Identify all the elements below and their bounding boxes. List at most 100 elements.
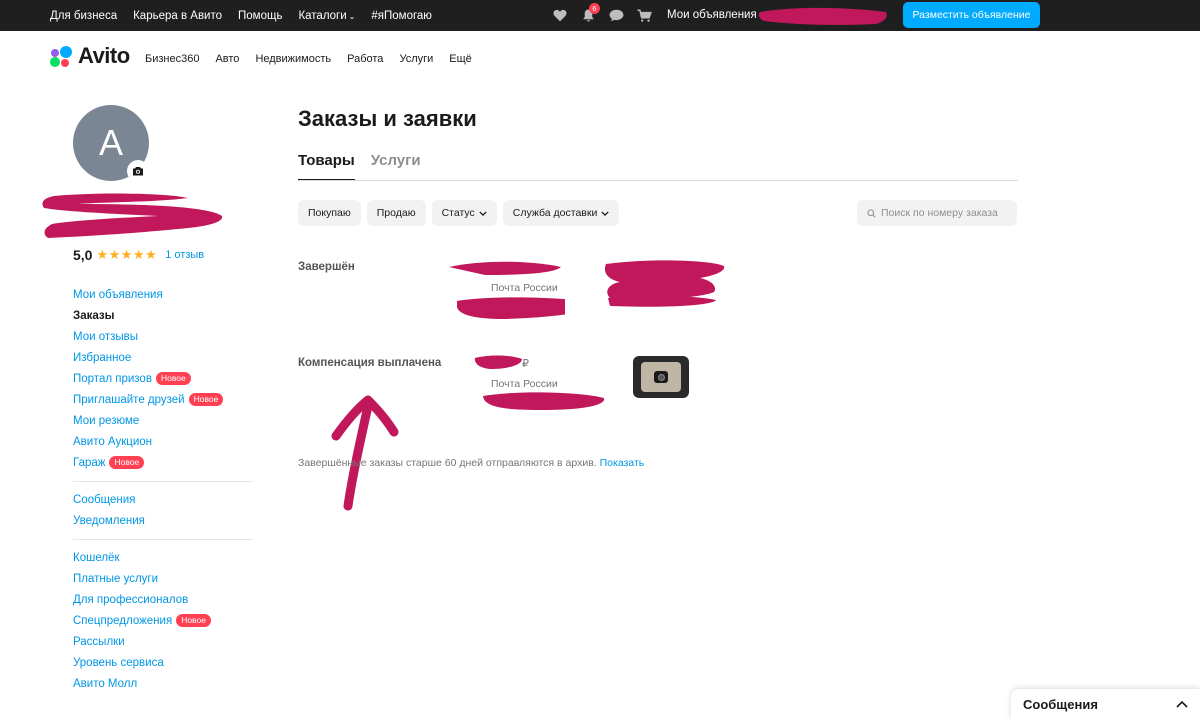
category-more[interactable]: Ещё bbox=[449, 53, 472, 65]
sidebar-item-label: Приглашайте друзей bbox=[73, 393, 185, 406]
messages-widget-label: Сообщения bbox=[1023, 697, 1098, 712]
sidebar-item-label: Платные услуги bbox=[73, 572, 159, 585]
tab-goods[interactable]: Товары bbox=[298, 150, 355, 181]
new-badge: Новое bbox=[188, 393, 224, 406]
sidebar-item-invite-friends[interactable]: Приглашайте друзей Новое bbox=[73, 389, 253, 410]
order-search-input[interactable] bbox=[881, 207, 1011, 219]
rating-stars-icon: ★★★★★ bbox=[96, 247, 158, 262]
top-link-ya-pomogayu[interactable]: #яПомогаю bbox=[371, 10, 432, 22]
filter-buying[interactable]: Покупаю bbox=[298, 200, 361, 226]
category-auto[interactable]: Авто bbox=[215, 53, 239, 65]
favorites-icon[interactable] bbox=[552, 8, 568, 24]
cart-icon[interactable] bbox=[636, 8, 652, 24]
sidebar-item-wallet[interactable]: Кошелёк bbox=[73, 547, 253, 568]
filter-label: Статус bbox=[441, 207, 475, 219]
new-badge: Новое bbox=[155, 372, 191, 385]
new-badge: Новое bbox=[176, 614, 211, 627]
order-price-currency: ₽ bbox=[522, 358, 529, 370]
archive-note: Завершённые заказы старше 60 дней отправ… bbox=[298, 457, 644, 469]
filter-selling[interactable]: Продаю bbox=[366, 200, 426, 226]
redacted-profile-name bbox=[42, 193, 223, 238]
order-search bbox=[857, 200, 1017, 226]
sidebar-item-prize-portal[interactable]: Портал призов Новое bbox=[73, 368, 253, 389]
redacted-username bbox=[758, 7, 887, 25]
orders-tabs: Товары Услуги bbox=[298, 150, 421, 181]
filter-label: Служба доставки bbox=[512, 207, 598, 219]
sidebar-item-label: Сообщения bbox=[73, 493, 136, 506]
sidebar-item-label: Мои отзывы bbox=[73, 330, 139, 343]
my-ads-link[interactable]: Мои объявления bbox=[667, 0, 757, 31]
sidebar-item-my-ads[interactable]: Мои объявления bbox=[73, 284, 253, 305]
order-delivery-service: Почта России bbox=[491, 378, 558, 390]
category-biznes360[interactable]: Бизнес360 bbox=[145, 53, 199, 65]
profile-rating: 5,0 ★★★★★ 1 отзыв bbox=[73, 247, 204, 263]
rating-score: 5,0 bbox=[73, 247, 93, 263]
chevron-down-icon bbox=[479, 210, 487, 216]
top-bar: Для бизнеса Карьера в Авито Помощь Катал… bbox=[0, 0, 1200, 31]
sidebar-item-label: Избранное bbox=[73, 351, 132, 364]
search-icon bbox=[867, 208, 876, 218]
sidebar-item-my-reviews[interactable]: Мои отзывы bbox=[73, 326, 253, 347]
logo-text: Avito bbox=[78, 43, 130, 68]
redacted-order-number bbox=[483, 392, 605, 410]
notifications-icon[interactable]: 6 bbox=[580, 2, 600, 24]
sidebar-item-service-level[interactable]: Уровень сервиса bbox=[73, 652, 253, 673]
sidebar-item-label: Гараж bbox=[73, 456, 106, 469]
sidebar-item-label: Кошелёк bbox=[73, 551, 120, 564]
sidebar-item-auction[interactable]: Авито Аукцион bbox=[73, 431, 253, 452]
sidebar-item-messages[interactable]: Сообщения bbox=[73, 489, 253, 510]
sidebar-item-label: Рассылки bbox=[73, 635, 125, 648]
category-nav: Бизнес360 Авто Недвижимость Работа Услуг… bbox=[145, 53, 472, 65]
sidebar-divider bbox=[73, 481, 253, 482]
avatar-letter: A bbox=[98, 122, 123, 163]
chevron-down-icon: ⌄ bbox=[348, 11, 356, 21]
logo-dots-icon bbox=[50, 44, 74, 68]
order-status-completed: Завершён bbox=[298, 261, 355, 273]
category-realty[interactable]: Недвижимость bbox=[255, 53, 331, 65]
camera-icon[interactable] bbox=[127, 160, 149, 182]
top-link-help[interactable]: Помощь bbox=[238, 10, 282, 22]
sidebar-item-favorites[interactable]: Избранное bbox=[73, 347, 253, 368]
sidebar-item-special-offers[interactable]: Спецпредложения Новое bbox=[73, 610, 253, 631]
chat-icon[interactable] bbox=[608, 8, 624, 24]
top-link-career[interactable]: Карьера в Авито bbox=[133, 10, 222, 22]
sidebar-item-label: Портал призов bbox=[73, 372, 152, 385]
category-services[interactable]: Услуги bbox=[399, 53, 433, 65]
archive-show-link[interactable]: Показать bbox=[600, 457, 645, 469]
reviews-link[interactable]: 1 отзыв bbox=[165, 249, 204, 261]
new-badge: Новое bbox=[109, 456, 145, 469]
filter-delivery-service[interactable]: Служба доставки bbox=[502, 200, 620, 226]
order-delivery-service: Почта России bbox=[491, 282, 558, 294]
top-link-business[interactable]: Для бизнеса bbox=[50, 10, 117, 22]
category-jobs[interactable]: Работа bbox=[347, 53, 383, 65]
sidebar-group-services: Кошелёк Платные услуги Для профессионало… bbox=[73, 547, 253, 694]
sidebar-group-main: Мои объявления Заказы Мои отзывы Избранн… bbox=[73, 284, 253, 473]
sidebar-item-avito-mall[interactable]: Авито Молл bbox=[73, 673, 253, 694]
sidebar-group-messages: Сообщения Уведомления bbox=[73, 489, 253, 531]
order-status-compensation: Компенсация выплачена bbox=[298, 357, 442, 369]
sidebar-item-label: Авито Аукцион bbox=[73, 435, 153, 448]
sidebar-item-for-pros[interactable]: Для профессионалов bbox=[73, 589, 253, 610]
redacted-order-price bbox=[474, 355, 522, 369]
sidebar-item-my-resumes[interactable]: Мои резюме bbox=[73, 410, 253, 431]
avito-logo[interactable]: Avito bbox=[50, 43, 130, 69]
order-thumbnail[interactable] bbox=[633, 356, 689, 398]
sidebar-item-label: Заказы bbox=[73, 309, 115, 322]
sidebar-item-garage[interactable]: Гараж Новое bbox=[73, 452, 253, 473]
tab-services[interactable]: Услуги bbox=[371, 150, 421, 181]
sidebar-item-notifications[interactable]: Уведомления bbox=[73, 510, 253, 531]
top-icons: 6 bbox=[552, 0, 652, 31]
sidebar-item-orders[interactable]: Заказы bbox=[73, 305, 253, 326]
sidebar-item-label: Мои резюме bbox=[73, 414, 140, 427]
sidebar-item-paid-services[interactable]: Платные услуги bbox=[73, 568, 253, 589]
top-link-catalogs[interactable]: Каталоги ⌄ bbox=[298, 10, 355, 22]
camera-product-icon bbox=[654, 371, 668, 383]
filter-label: Продаю bbox=[376, 207, 416, 219]
top-links: Для бизнеса Карьера в Авито Помощь Катал… bbox=[50, 0, 432, 31]
sidebar-item-mailings[interactable]: Рассылки bbox=[73, 631, 253, 652]
post-ad-button[interactable]: Разместить объявление bbox=[903, 2, 1040, 28]
notifications-badge: 6 bbox=[589, 2, 600, 14]
filter-status[interactable]: Статус bbox=[431, 200, 497, 226]
messages-widget[interactable]: Сообщения bbox=[1011, 689, 1200, 720]
sidebar-item-label: Уведомления bbox=[73, 514, 145, 527]
